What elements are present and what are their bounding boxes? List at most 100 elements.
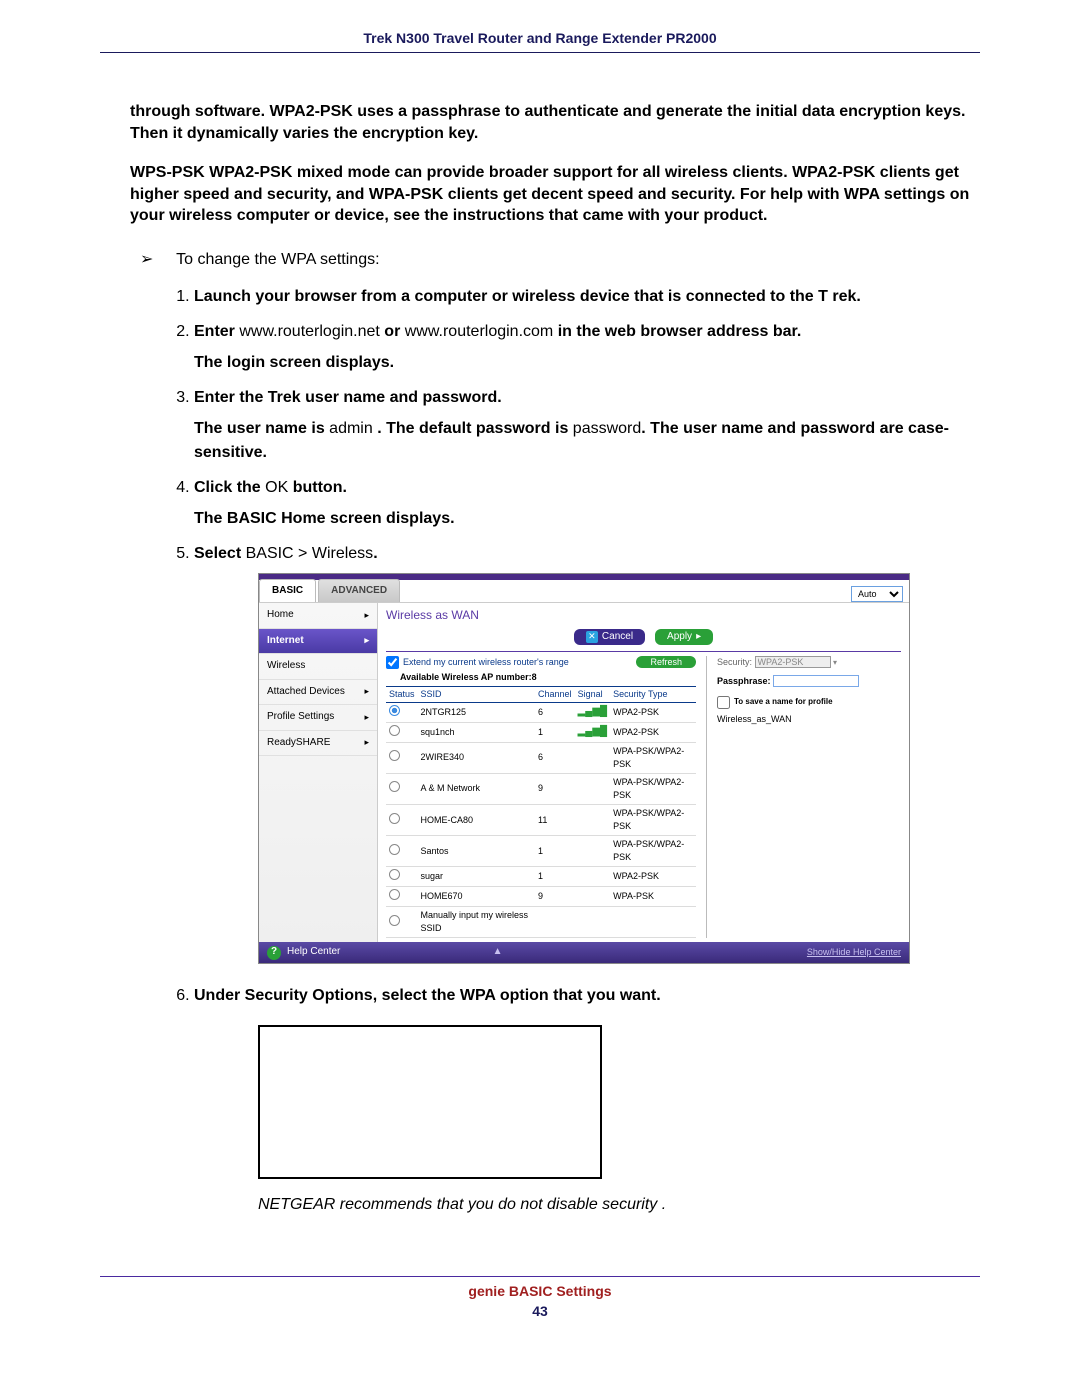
radio-icon[interactable] xyxy=(389,750,400,761)
sidebar-item-label: Profile Settings xyxy=(267,710,334,725)
cell-channel: 9 xyxy=(535,887,575,907)
step-1: Launch your browser from a computer or w… xyxy=(194,285,980,308)
col-signal: Signal xyxy=(575,686,611,702)
footer-section: genie BASIC Settings xyxy=(100,1283,980,1299)
cell-channel: 6 xyxy=(535,742,575,773)
save-profile-label: To save a name for profile xyxy=(734,696,833,708)
chevron-up-icon[interactable]: ▲ xyxy=(493,945,503,960)
sidebar-item-label: ReadySHARE xyxy=(267,736,330,751)
cell-signal xyxy=(575,867,611,887)
step-5: Select BASIC > Wireless. BASIC ADVANCED … xyxy=(194,542,980,964)
sidebar-item-label: Home xyxy=(267,608,294,623)
chevron-right-icon: ▸ xyxy=(364,634,369,647)
step-6: Under Security Options, select the WPA o… xyxy=(194,984,980,1216)
chevron-down-icon: ▾ xyxy=(833,658,837,667)
show-hide-help-link[interactable]: Show/Hide Help Center xyxy=(807,946,901,959)
radio-icon[interactable] xyxy=(389,705,400,716)
security-label: Security: xyxy=(717,657,752,667)
sidebar-item[interactable]: Attached Devices ▸ xyxy=(259,680,377,706)
cell-channel: 9 xyxy=(535,773,575,804)
security-note: NETGEAR recommends that you do not disab… xyxy=(258,1193,980,1216)
apply-button[interactable]: Apply▸ xyxy=(655,629,713,645)
cell-ssid: HOME670 xyxy=(418,887,536,907)
cell-signal: ▂▄▆█ xyxy=(575,702,611,722)
cell-security xyxy=(610,907,696,938)
sidebar-item[interactable]: Home ▸ xyxy=(259,603,377,629)
cell-ssid: squ1nch xyxy=(418,722,536,742)
paragraph-2: WPS-PSK WPA2-PSK mixed mode can provide … xyxy=(130,162,980,227)
table-row[interactable]: HOME6709 WPA-PSK xyxy=(386,887,696,907)
mode-select[interactable]: Auto xyxy=(851,586,903,602)
radio-icon[interactable] xyxy=(389,915,400,926)
radio-icon[interactable] xyxy=(389,869,400,880)
wifi-table: Status SSID Channel Signal Security Type xyxy=(386,686,696,939)
x-icon: ✕ xyxy=(586,631,598,643)
cell-ssid: Manually input my wireless SSID xyxy=(418,907,536,938)
col-status: Status xyxy=(386,686,418,702)
table-row[interactable]: sugar1WPA2-PSK xyxy=(386,867,696,887)
cell-security: WPA2-PSK xyxy=(610,867,696,887)
cell-security: WPA-PSK/WPA2-PSK xyxy=(610,773,696,804)
cell-signal xyxy=(575,836,611,867)
passphrase-input[interactable] xyxy=(773,675,859,687)
help-center-link[interactable]: Help Center xyxy=(287,945,340,960)
cell-security: WPA-PSK/WPA2-PSK xyxy=(610,805,696,836)
sidebar-item-label: Attached Devices xyxy=(267,685,345,700)
cell-security: WPA2-PSK xyxy=(610,722,696,742)
sidebar-item[interactable]: ReadySHARE ▸ xyxy=(259,731,377,757)
radio-icon[interactable] xyxy=(389,889,400,900)
security-select[interactable] xyxy=(755,656,831,668)
cell-ssid: 2WIRE340 xyxy=(418,742,536,773)
table-row[interactable]: Santos1WPA-PSK/WPA2-PSK xyxy=(386,836,696,867)
paragraph-1: through software. WPA2-PSK uses a passph… xyxy=(130,101,980,144)
lead-text: To change the WPA settings: xyxy=(176,251,379,268)
sidebar-item[interactable]: Profile Settings ▸ xyxy=(259,705,377,731)
table-row[interactable]: Manually input my wireless SSID xyxy=(386,907,696,938)
table-row[interactable]: 2WIRE3406 WPA-PSK/WPA2-PSK xyxy=(386,742,696,773)
cell-ssid: HOME-CA80 xyxy=(418,805,536,836)
placeholder-box xyxy=(258,1025,602,1179)
cell-signal xyxy=(575,887,611,907)
pane-title: Wireless as WAN xyxy=(378,603,909,626)
refresh-button[interactable]: Refresh xyxy=(636,656,696,668)
sidebar: Home▸Internet▸WirelessAttached Devices▸P… xyxy=(259,603,378,942)
chevron-right-icon: ▸ xyxy=(364,685,369,698)
table-row[interactable]: A & M Network9WPA-PSK/WPA2-PSK xyxy=(386,773,696,804)
chevron-right-icon: ▸ xyxy=(364,609,369,622)
chevron-right-icon: ▸ xyxy=(364,711,369,724)
tab-basic[interactable]: BASIC xyxy=(259,579,316,603)
table-row[interactable]: HOME-CA8011 WPA-PSK/WPA2-PSK xyxy=(386,805,696,836)
cell-ssid: 2NTGR125 xyxy=(418,702,536,722)
help-icon[interactable]: ? xyxy=(267,946,281,960)
cell-security: WPA-PSK/WPA2-PSK xyxy=(610,836,696,867)
radio-icon[interactable] xyxy=(389,844,400,855)
cell-security: WPA-PSK/WPA2-PSK xyxy=(610,742,696,773)
save-profile-checkbox[interactable] xyxy=(717,696,730,709)
radio-icon[interactable] xyxy=(389,813,400,824)
signal-icon: ▂▄▆█ xyxy=(578,726,608,737)
cell-channel: 1 xyxy=(535,836,575,867)
radio-icon[interactable] xyxy=(389,781,400,792)
cell-channel: 1 xyxy=(535,867,575,887)
sidebar-item-label: Wireless xyxy=(267,659,305,674)
cell-signal xyxy=(575,907,611,938)
tab-advanced[interactable]: ADVANCED xyxy=(318,579,400,603)
table-row[interactable]: squ1nch1▂▄▆█WPA2-PSK xyxy=(386,722,696,742)
chevron-right-icon: ▸ xyxy=(364,736,369,749)
cell-signal: ▂▄▆█ xyxy=(575,722,611,742)
extend-checkbox[interactable] xyxy=(386,656,399,669)
extend-label: Extend my current wireless router's rang… xyxy=(403,656,569,669)
cell-signal xyxy=(575,742,611,773)
col-security: Security Type xyxy=(610,686,696,702)
doc-header-title: Trek N300 Travel Router and Range Extend… xyxy=(100,30,980,53)
sidebar-item[interactable]: Wireless xyxy=(259,654,377,680)
cell-security: WPA-PSK xyxy=(610,887,696,907)
sidebar-item[interactable]: Internet▸ xyxy=(259,629,377,655)
footer-page-number: 43 xyxy=(100,1303,980,1319)
chevron-right-icon: ▸ xyxy=(696,631,701,642)
cell-channel: 11 xyxy=(535,805,575,836)
col-channel: Channel xyxy=(535,686,575,702)
radio-icon[interactable] xyxy=(389,725,400,736)
cancel-button[interactable]: ✕Cancel xyxy=(574,629,645,645)
table-row[interactable]: 2NTGR1256▂▄▆█WPA2-PSK xyxy=(386,702,696,722)
